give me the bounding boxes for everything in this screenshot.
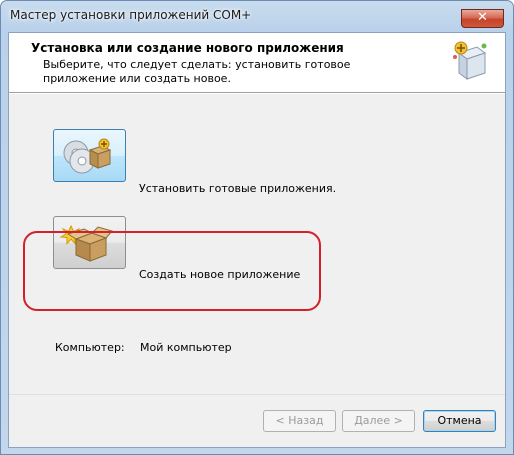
- window-title: Мастер установки приложений COM+: [10, 8, 252, 22]
- page-title: Установка или создание нового приложения: [31, 41, 344, 55]
- install-cd-package-icon: [63, 138, 112, 174]
- wizard-window: Мастер установки приложений COM+ ✕ Устан…: [0, 0, 514, 455]
- highlight-annotation: [23, 231, 321, 311]
- title-bar[interactable]: Мастер установки приложений COM+ ✕: [1, 1, 513, 29]
- wizard-box-icon: [453, 41, 487, 80]
- wizard-client-area: Установка или создание нового приложения…: [8, 32, 506, 448]
- install-prebuilt-app-label: Установить готовые приложения.: [139, 182, 337, 195]
- back-button[interactable]: < Назад: [263, 410, 336, 432]
- page-subtitle: Выберите, что следует сделать: установит…: [43, 58, 351, 85]
- close-icon: ✕: [477, 10, 488, 25]
- wizard-header: Установка или создание нового приложения…: [9, 33, 505, 93]
- computer-value: Мой компьютер: [140, 341, 232, 354]
- close-button[interactable]: ✕: [461, 9, 504, 28]
- wizard-body: Установить готовые приложения. Создать н…: [9, 94, 505, 394]
- computer-label: Компьютер:: [55, 341, 125, 354]
- wizard-footer: < Назад Далее > Отмена: [9, 394, 505, 447]
- install-prebuilt-app-button[interactable]: [53, 129, 126, 182]
- cancel-button[interactable]: Отмена: [423, 410, 496, 432]
- next-button[interactable]: Далее >: [342, 410, 415, 432]
